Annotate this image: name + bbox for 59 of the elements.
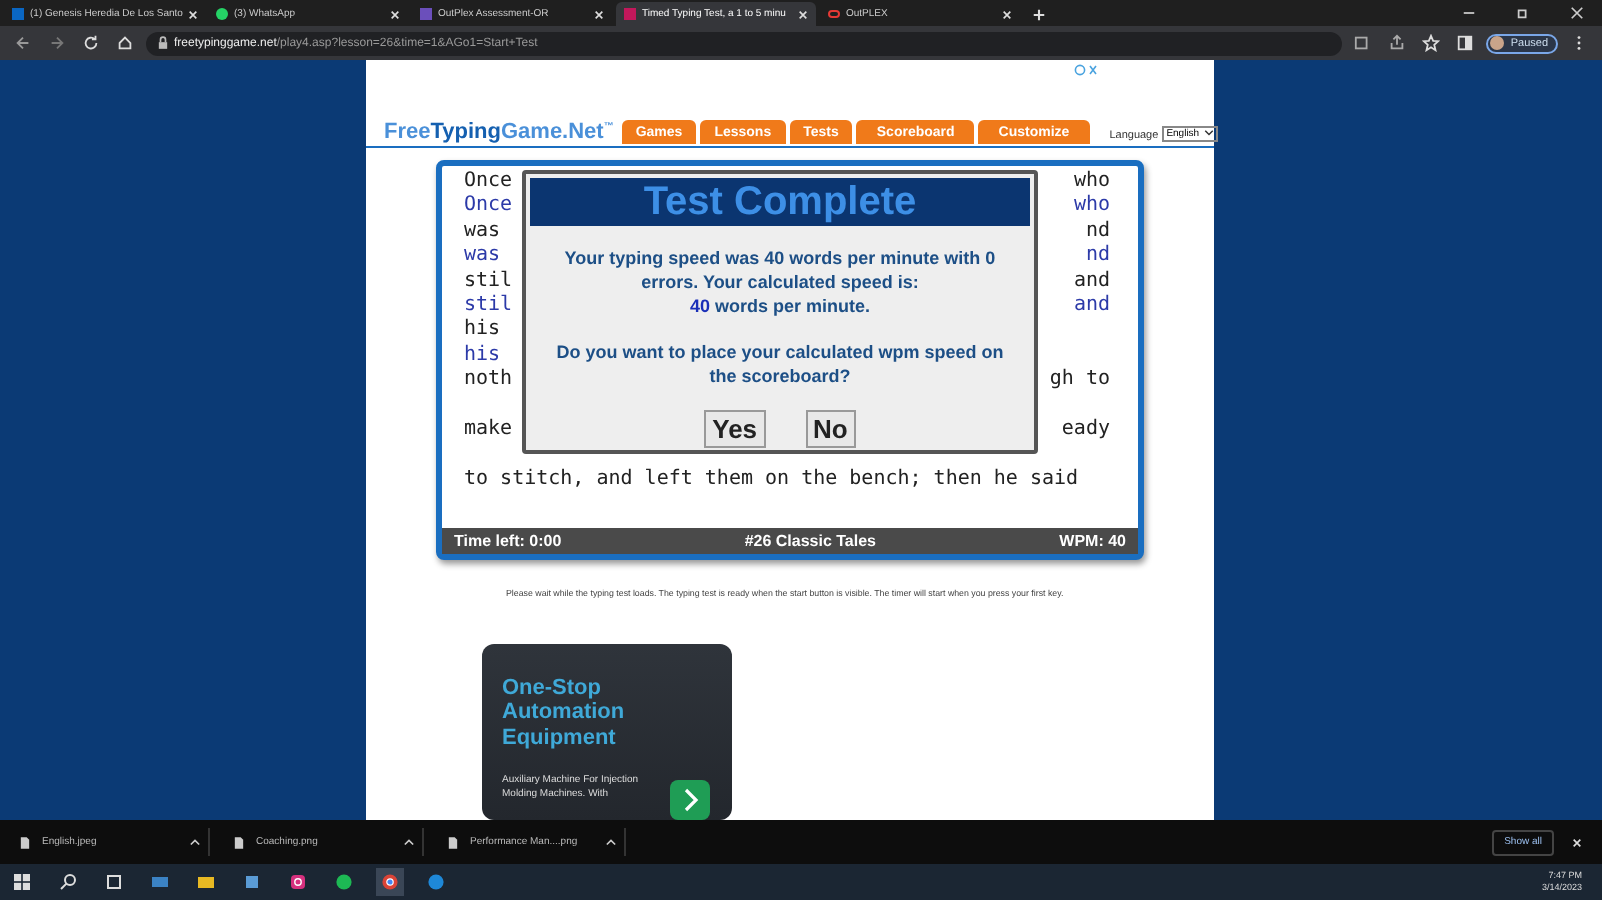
- close-icon[interactable]: [798, 9, 808, 19]
- side-panel-icon[interactable]: [1456, 34, 1475, 52]
- close-icon[interactable]: [1572, 837, 1582, 847]
- ad-choices-icon[interactable]: [1074, 64, 1098, 76]
- source-text: noth: [464, 368, 513, 394]
- reload-icon[interactable]: [82, 34, 100, 52]
- typed-text: his: [464, 343, 501, 368]
- source-text: stil: [464, 269, 513, 294]
- time-left-text: Time left: 0:00: [454, 531, 562, 549]
- new-tab-icon[interactable]: [1032, 8, 1046, 22]
- source-text: to stitch, and left them on the bench; then he said: [464, 467, 1079, 493]
- close-icon[interactable]: [1570, 6, 1584, 20]
- speed-unit: words per minute.: [715, 296, 871, 317]
- typed-text: was: [464, 244, 501, 270]
- close-icon[interactable]: [390, 9, 400, 19]
- speed-value: 40: [689, 296, 710, 317]
- source-text: gh to: [1049, 368, 1110, 394]
- chevron-icon[interactable]: [190, 838, 200, 846]
- file-icon: [448, 835, 458, 849]
- wpm-text: WPM: 40: [1059, 531, 1126, 549]
- source-text: make: [464, 417, 513, 443]
- file-icon: [20, 835, 30, 849]
- forward-icon[interactable]: [48, 34, 66, 52]
- caret-icon: [1203, 130, 1214, 137]
- source-text: who: [1073, 170, 1110, 194]
- site-logo[interactable]: FreeTypingGame.Net$^{™}$: [384, 119, 614, 144]
- chevron-icon[interactable]: [606, 838, 616, 846]
- lesson-title: #26 Classic Tales: [744, 531, 876, 549]
- dialog-title: Test Complete: [530, 178, 1030, 227]
- windows-icon[interactable]: [8, 868, 36, 896]
- source-text: Once: [464, 170, 513, 195]
- dialog-button[interactable]: No: [805, 410, 856, 449]
- question-text: Do you want to place your calculated wpm speed on the scoreboard?: [554, 340, 1006, 389]
- typed-text: and: [1073, 293, 1110, 319]
- chevron-icon[interactable]: [404, 838, 414, 846]
- source-text: his: [464, 318, 501, 344]
- typed-text: Once: [464, 194, 513, 220]
- typed-text: stil: [464, 293, 513, 318]
- result-text: Your typing speed was 40 words per minute with 0 errors. Your calculated speed is:: [562, 246, 998, 295]
- bookmark-star-icon[interactable]: [1422, 34, 1441, 52]
- source-text: was: [464, 219, 501, 245]
- lock-icon: [158, 36, 168, 50]
- close-icon[interactable]: [1002, 9, 1012, 19]
- dialog-button[interactable]: Yes: [704, 410, 766, 449]
- source-text: and: [1073, 269, 1110, 294]
- close-icon[interactable]: [188, 9, 199, 19]
- back-icon[interactable]: [14, 34, 32, 52]
- typed-text: who: [1073, 194, 1110, 220]
- close-icon[interactable]: [594, 9, 604, 19]
- home-icon[interactable]: [116, 34, 134, 52]
- file-icon: [234, 835, 244, 849]
- source-text: eady: [1061, 417, 1110, 443]
- ad-title: One-Stop Automation Equipment: [502, 675, 627, 750]
- typed-text: nd: [1085, 244, 1110, 270]
- source-text: nd: [1085, 219, 1110, 244]
- restore-icon[interactable]: [1516, 6, 1530, 20]
- minimize-icon[interactable]: [1462, 6, 1476, 20]
- share-icon[interactable]: [1388, 34, 1407, 52]
- browser-icon[interactable]: [376, 868, 404, 896]
